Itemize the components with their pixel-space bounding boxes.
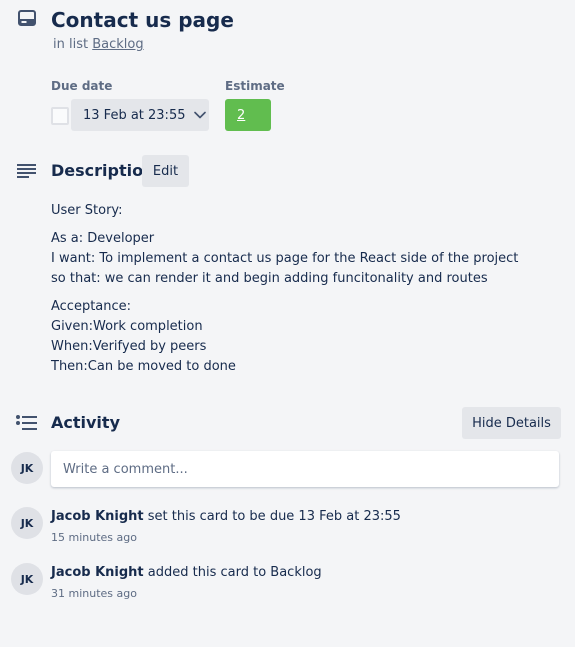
activity-list-icon bbox=[16, 415, 37, 430]
list-breadcrumb: in list Backlog bbox=[53, 37, 144, 52]
description-line: Given:Work completion bbox=[51, 319, 203, 334]
due-date-label: Due date bbox=[51, 79, 113, 93]
activity-user[interactable]: Jacob Knight bbox=[51, 565, 144, 580]
description-line: I want: To implement a contact us page f… bbox=[51, 251, 519, 266]
due-date-button[interactable]: 13 Feb at 23:55 bbox=[71, 99, 209, 131]
chevron-down-icon bbox=[194, 111, 207, 119]
activity-timestamp[interactable]: 31 minutes ago bbox=[51, 587, 137, 600]
activity-entry: Jacob Knight added this card to Backlog bbox=[51, 565, 322, 580]
avatar[interactable]: JK bbox=[11, 507, 43, 539]
activity-heading: Activity bbox=[51, 413, 120, 432]
description-paragraph: Acceptance: Given:Work completion When:V… bbox=[51, 297, 518, 377]
activity-action: added this card to Backlog bbox=[147, 565, 322, 580]
card-icon bbox=[18, 10, 36, 26]
description-line: When:Verifyed by peers bbox=[51, 339, 207, 354]
avatar[interactable]: JK bbox=[11, 452, 43, 484]
hide-details-button[interactable]: Hide Details bbox=[462, 407, 561, 439]
activity-user[interactable]: Jacob Knight bbox=[51, 509, 144, 524]
description-lines-icon bbox=[17, 164, 36, 178]
list-link[interactable]: Backlog bbox=[92, 37, 143, 52]
comment-input[interactable] bbox=[51, 451, 559, 487]
description-line: User Story: bbox=[51, 203, 123, 218]
activity-timestamp[interactable]: 15 minutes ago bbox=[51, 531, 137, 544]
description-line: so that: we can render it and begin addi… bbox=[51, 271, 488, 286]
card-title[interactable]: Contact us page bbox=[51, 6, 234, 34]
estimate-label: Estimate bbox=[225, 79, 285, 93]
estimate-badge[interactable]: 2 bbox=[225, 99, 271, 131]
list-prefix: in list bbox=[53, 37, 89, 52]
description-line: Acceptance: bbox=[51, 299, 132, 314]
description-paragraph: User Story: bbox=[51, 201, 518, 221]
activity-action: set this card to be due 13 Feb at 23:55 bbox=[147, 509, 401, 524]
due-complete-checkbox[interactable] bbox=[51, 107, 69, 125]
description-line: Then:Can be moved to done bbox=[51, 359, 236, 374]
due-date-value: 13 Feb at 23:55 bbox=[83, 107, 186, 123]
avatar[interactable]: JK bbox=[11, 563, 43, 595]
description-heading: Description bbox=[51, 161, 155, 180]
description-paragraph: As a: Developer I want: To implement a c… bbox=[51, 229, 518, 289]
description-line: As a: Developer bbox=[51, 231, 155, 246]
activity-entry: Jacob Knight set this card to be due 13 … bbox=[51, 509, 401, 524]
edit-description-button[interactable]: Edit bbox=[142, 155, 189, 187]
description-text: User Story: As a: Developer I want: To i… bbox=[51, 201, 518, 385]
